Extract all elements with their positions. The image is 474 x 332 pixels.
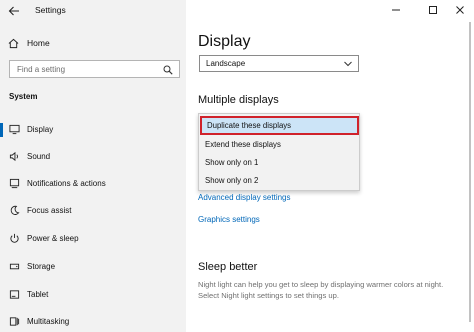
sidebar-item-display[interactable]: Display [0,117,186,143]
sidebar-item-sound[interactable]: Sound [0,144,186,170]
home-label: Home [27,38,50,48]
sleep-better-heading: Sleep better [198,261,258,273]
search-input[interactable]: Find a setting [9,60,180,78]
sidebar-item-label: Power & sleep [27,234,79,243]
sleep-better-description: Night light can help you get to sleep by… [198,280,444,300]
sidebar-item-label: Display [27,125,54,134]
search-placeholder: Find a setting [17,65,66,74]
option-label: Extend these displays [205,140,281,149]
orientation-value: Landscape [206,59,246,68]
scrollbar[interactable] [469,22,471,322]
graphics-settings-link[interactable]: Graphics settings [198,215,260,224]
sidebar-item-label: Multitasking [27,317,70,326]
sidebar-item-multitasking[interactable]: Multitasking [0,309,186,332]
orientation-dropdown[interactable]: Landscape [199,55,359,72]
search-icon [163,65,173,75]
selected-indicator [0,123,3,137]
advanced-display-settings-link[interactable]: Advanced display settings [198,193,291,202]
tablet-icon [9,290,20,299]
option-label: Duplicate these displays [207,121,292,130]
section-label-system: System [9,92,38,101]
option-label: Show only on 1 [205,158,259,167]
home-icon [8,38,19,48]
sidebar-item-notifications[interactable]: Notifications & actions [0,171,186,197]
back-arrow-icon [8,6,19,16]
sidebar-item-label: Notifications & actions [27,179,106,188]
close-button[interactable] [448,0,472,20]
sidebar-item-power-sleep[interactable]: Power & sleep [0,226,186,252]
back-button[interactable] [7,4,21,18]
option-extend-displays[interactable]: Extend these displays [199,135,359,154]
sidebar-item-label: Sound [27,152,51,161]
option-show-only-1[interactable]: Show only on 1 [199,153,359,172]
page-title: Display [198,33,251,50]
option-label: Show only on 2 [205,176,259,185]
speaker-icon [9,151,18,162]
multitasking-icon [9,317,20,326]
home-link[interactable]: Home [8,36,50,50]
sidebar-item-tablet[interactable]: Tablet [0,282,186,308]
sidebar-item-label: Storage [27,262,56,271]
sidebar-item-focus-assist[interactable]: Focus assist [0,198,186,224]
monitor-icon [9,124,20,135]
sidebar: Settings Home Find a setting System Disp… [0,0,186,332]
maximize-icon [429,6,437,14]
sidebar-item-label: Tablet [27,290,49,299]
multiple-displays-dropdown-menu: Duplicate these displays Extend these di… [198,113,360,191]
moon-icon [10,205,20,215]
minimize-button[interactable] [384,0,408,20]
window-title: Settings [35,5,66,15]
sidebar-item-label: Focus assist [27,206,72,215]
sidebar-item-storage[interactable]: Storage [0,254,186,280]
chevron-down-icon [344,61,352,67]
maximize-button[interactable] [421,0,445,20]
option-duplicate-displays[interactable]: Duplicate these displays [200,116,359,135]
minimize-icon [392,9,400,11]
title-bar: Settings [0,0,186,22]
notification-icon [9,178,20,189]
multiple-displays-heading: Multiple displays [198,94,279,106]
power-icon [10,233,19,243]
option-show-only-2[interactable]: Show only on 2 [199,171,359,190]
close-icon [456,6,464,14]
storage-icon [9,263,20,270]
